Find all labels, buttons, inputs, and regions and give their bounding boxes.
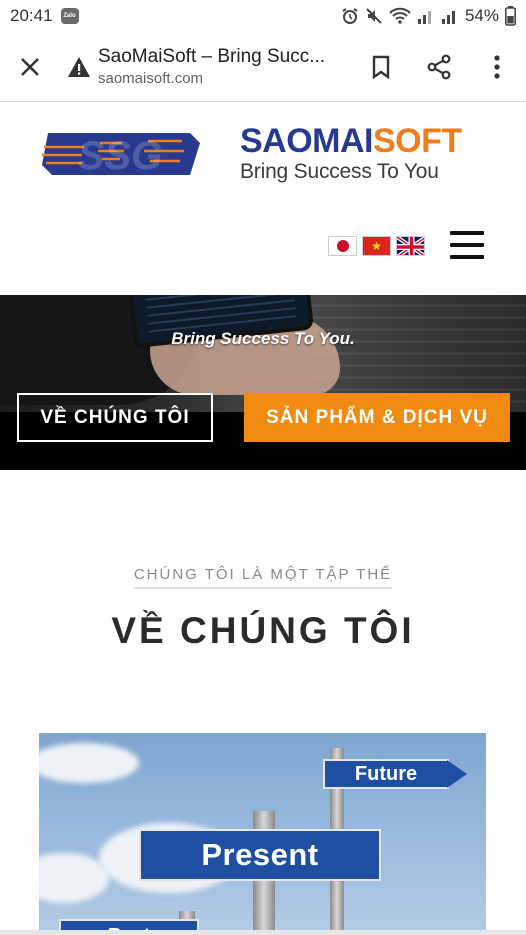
- sign-future-arrow: [447, 760, 467, 788]
- wifi-icon: [389, 7, 411, 24]
- hero-banner: Bring Success To You. VỀ CHÚNG TÔI SẢN P…: [0, 295, 526, 470]
- status-bar: 20:41 Zalo 54%: [0, 0, 526, 32]
- more-options-button[interactable]: [468, 32, 526, 102]
- about-subtitle-text: CHÚNG TÔI LÀ MỘT TẬP THỂ: [133, 566, 393, 589]
- signal-icon-2: [441, 11, 455, 24]
- brand-name: SAOMAISOFT: [240, 123, 462, 159]
- about-us-button[interactable]: VỀ CHÚNG TÔI: [17, 393, 213, 442]
- share-button[interactable]: [410, 32, 468, 102]
- products-services-button[interactable]: SẢN PHẨM & DỊCH VỤ: [244, 393, 510, 442]
- language-switcher: ★: [328, 236, 425, 256]
- battery-icon: [505, 6, 516, 26]
- about-title: VỀ CHÚNG TÔI: [111, 610, 415, 651]
- address-bar[interactable]: SaoMaiSoft – Bring Succ... saomaisoft.co…: [94, 46, 352, 87]
- ssg-logo[interactable]: SSG: [40, 125, 202, 183]
- bookmark-button[interactable]: [352, 32, 410, 102]
- status-time: 20:41: [10, 6, 53, 25]
- vietnam-flag-icon[interactable]: ★: [362, 236, 391, 256]
- menu-icon-line: [450, 255, 484, 259]
- battery-percent: 54%: [464, 6, 499, 25]
- uk-flag-graphic: [397, 237, 424, 255]
- bottom-edge: [0, 930, 526, 935]
- brand-tagline: Bring Success To You: [240, 160, 439, 183]
- menu-icon-line: [450, 231, 484, 235]
- share-icon: [427, 54, 451, 79]
- status-icons: 54%: [341, 6, 516, 26]
- signal-icon-1: [417, 11, 431, 24]
- close-tab-button[interactable]: [0, 32, 60, 102]
- alarm-icon: [342, 8, 358, 24]
- more-vert-icon: [494, 54, 500, 79]
- browser-toolbar: SaoMaiSoft – Bring Succ... saomaisoft.co…: [0, 32, 526, 102]
- about-subtitle: CHÚNG TÔI LÀ MỘT TẬP THỂ: [0, 566, 526, 589]
- menu-button[interactable]: [450, 231, 484, 259]
- close-icon: [21, 57, 39, 76]
- sign-future: Future: [323, 759, 449, 789]
- zalo-notification-icon: Zalo: [60, 8, 79, 24]
- uk-flag-icon[interactable]: [396, 236, 425, 256]
- hero-tagline: Bring Success To You.: [171, 329, 355, 348]
- cloud: [39, 743, 139, 783]
- sign-present: Present: [139, 829, 381, 881]
- brand-name-part2: SOFT: [373, 122, 462, 160]
- brand-block[interactable]: SAOMAISOFT Bring Success To You: [240, 123, 462, 184]
- menu-icon-line: [450, 243, 484, 247]
- page-url: saomaisoft.com: [98, 70, 204, 87]
- warning-icon: [68, 56, 90, 77]
- mute-icon: [366, 8, 382, 24]
- japan-flag-icon[interactable]: [328, 236, 357, 256]
- brand-name-part1: SAOMAI: [240, 122, 374, 160]
- not-secure-warning[interactable]: [64, 56, 94, 78]
- logo-text: SSG: [78, 134, 162, 178]
- site-header: SSG SAOMAISOFT Bring Success To You ★: [0, 103, 526, 295]
- about-image: Future Present Past: [39, 733, 486, 935]
- bookmark-icon: [372, 55, 390, 79]
- page-title: SaoMaiSoft – Bring Succ...: [98, 46, 326, 67]
